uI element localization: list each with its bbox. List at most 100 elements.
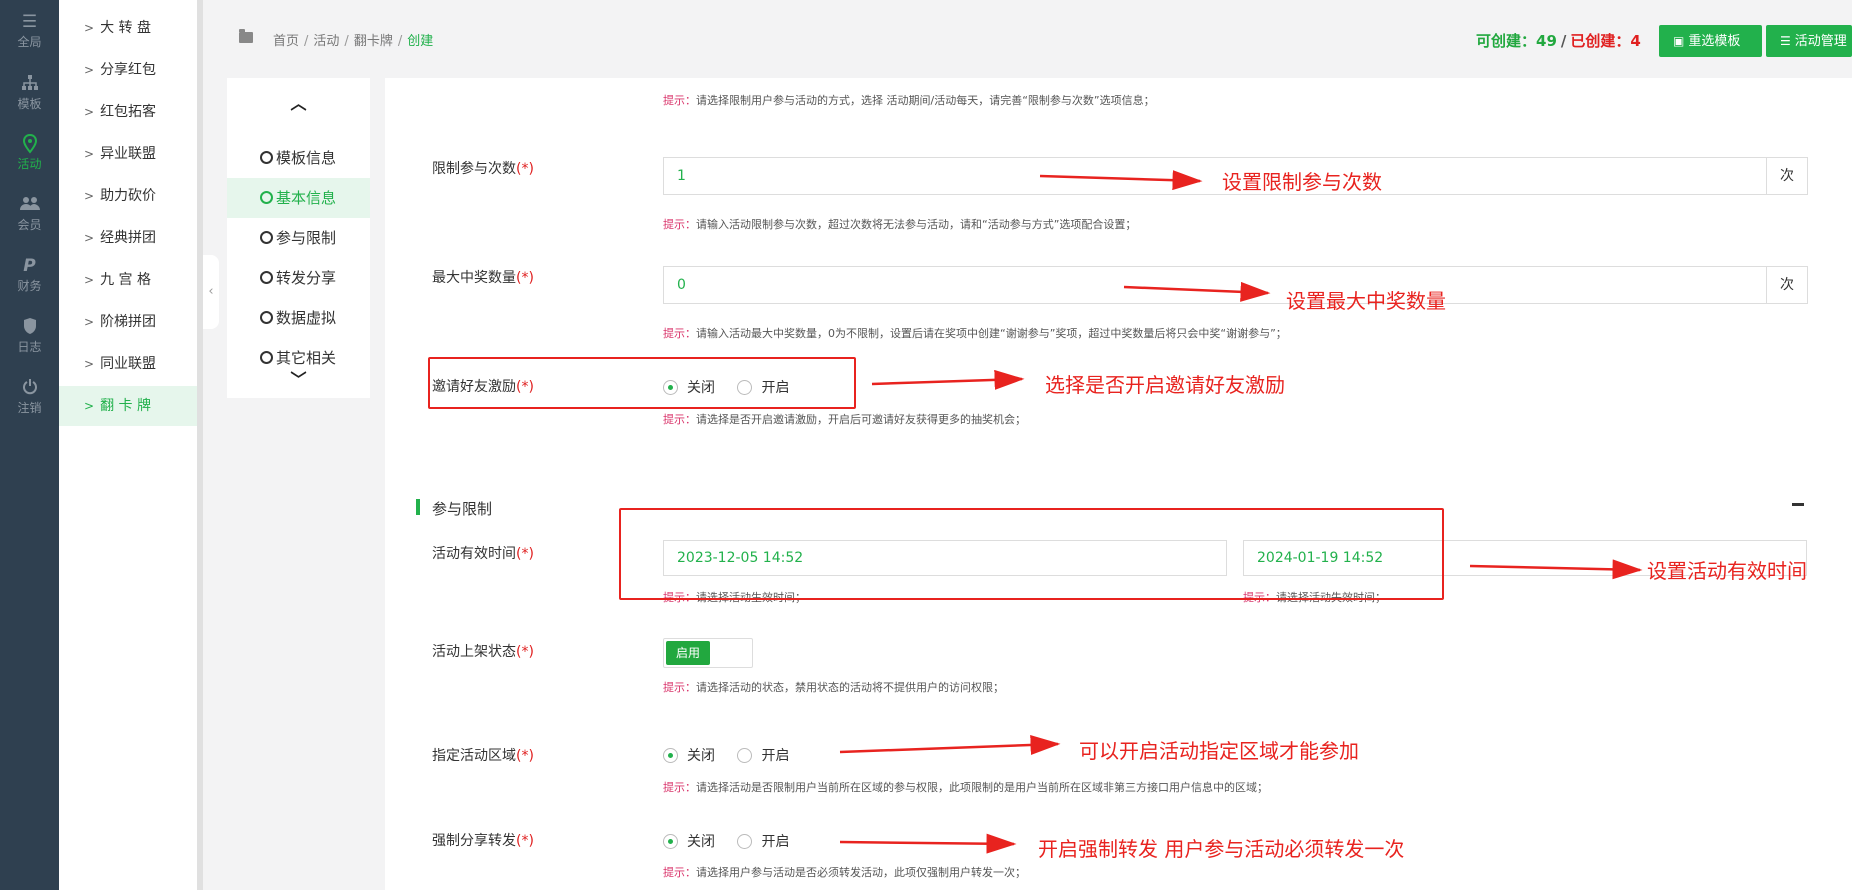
region-off[interactable]: 关闭	[663, 748, 715, 764]
chevron-right-icon: >	[84, 189, 95, 203]
chevron-right-icon: >	[84, 147, 95, 161]
circle-icon	[260, 231, 273, 244]
step-basic-info[interactable]: 基本信息	[227, 178, 370, 218]
form-panel	[385, 78, 1852, 890]
annotation-box-invite	[428, 357, 856, 409]
force-share-on[interactable]: 开启	[737, 834, 789, 850]
activity-pin-icon	[0, 133, 59, 154]
shelf-status-toggle[interactable]: 启用	[663, 638, 753, 668]
submenu-item-redpack-acquire[interactable]: > 红包拓客	[59, 92, 197, 132]
invite-reward-tip: 提示：请选择是否开启邀请激励，开启后可邀请好友获得更多的抽奖机会；	[663, 413, 1026, 426]
annotation-box-valid-time	[619, 508, 1444, 600]
section-collapse-icon[interactable]	[1792, 503, 1804, 506]
quota-counter: 可创建：49/已创建：4	[1476, 32, 1641, 50]
created-count: 4	[1630, 32, 1641, 50]
activity-submenu: > 大 转 盘 > 分享红包 > 红包拓客 > 异业联盟 > 助力砍价 > 经典拼团 > 九 …	[59, 0, 197, 890]
paypal-icon: P	[23, 256, 36, 276]
step-up-chevron-icon[interactable]: ︿	[227, 90, 370, 114]
shield-icon	[0, 317, 59, 337]
submenu-item-nine-grid[interactable]: > 九 宫 格	[59, 260, 197, 300]
region-tip: 提示：请选择活动是否限制用户当前所在区域的参与权限，此项限制的是用户当前所在区域…	[663, 781, 1268, 794]
chevron-right-icon: >	[84, 315, 95, 329]
radio-icon	[737, 748, 753, 763]
annotation-invite-reward: 选择是否开启邀请好友激励	[1045, 373, 1285, 397]
region-on[interactable]: 开启	[737, 748, 789, 764]
rail-item-finance[interactable]: P 财务	[0, 256, 59, 294]
sidebar-divider	[197, 0, 203, 890]
icon-rail: ☰ 全局 模板 活动 会员 P 财务 日志 注销	[0, 0, 59, 890]
annotation-limit-times: 设置限制参与次数	[1222, 170, 1382, 194]
breadcrumb-current: 创建	[407, 34, 434, 49]
submenu-item-ladder-group[interactable]: > 阶梯拼团	[59, 302, 197, 342]
circle-icon	[260, 271, 273, 284]
limit-times-unit: 次	[1766, 157, 1808, 195]
limit-times-input[interactable]: 1	[663, 157, 1767, 195]
annotation-max-prizes: 设置最大中奖数量	[1286, 289, 1446, 313]
rail-item-template[interactable]: 模板	[0, 74, 59, 112]
section-accent-bar	[416, 499, 420, 515]
chevron-right-icon: >	[84, 105, 95, 119]
top-bar: 首页 / 活动 / 翻卡牌 / 创建 可创建：49/已创建：4 ▣ 重选模板 ☰ 活动管理	[203, 0, 1852, 78]
chevron-right-icon: >	[84, 63, 95, 77]
list-icon: ☰	[1780, 34, 1791, 48]
annotation-valid-time: 设置活动有效时间	[1647, 559, 1807, 583]
rail-item-logout[interactable]: 注销	[0, 378, 59, 416]
submenu-item-flip-card[interactable]: > 翻 卡 牌	[59, 386, 197, 426]
sidebar-collapse-handle[interactable]: ‹	[203, 255, 219, 329]
circle-icon	[260, 311, 273, 324]
annotation-force-share: 开启强制转发 用户参与活动必须转发一次	[1038, 837, 1405, 861]
annotation-region: 可以开启活动指定区域才能参加	[1079, 739, 1359, 763]
breadcrumb-home[interactable]: 首页	[273, 34, 299, 49]
sliders-icon: ☰	[21, 12, 38, 32]
chevron-right-icon: >	[84, 273, 95, 287]
submenu-item-peer-alliance[interactable]: > 同业联盟	[59, 344, 197, 384]
power-icon	[0, 378, 59, 398]
max-prizes-label: 最大中奖数量(*)	[432, 270, 534, 286]
submenu-item-wheel[interactable]: > 大 转 盘	[59, 8, 197, 48]
rail-item-members[interactable]: 会员	[0, 195, 59, 233]
submenu-item-alliance[interactable]: > 异业联盟	[59, 134, 197, 174]
breadcrumb-flip-card[interactable]: 翻卡牌	[354, 34, 393, 49]
reselect-template-button[interactable]: ▣ 重选模板	[1659, 25, 1762, 57]
max-prizes-unit: 次	[1766, 266, 1808, 304]
force-share-label: 强制分享转发(*)	[432, 833, 534, 849]
submenu-item-share-redpack[interactable]: > 分享红包	[59, 50, 197, 90]
force-share-off[interactable]: 关闭	[663, 834, 715, 850]
radio-icon	[663, 834, 678, 849]
rail-item-activity[interactable]: 活动	[0, 133, 59, 172]
chevron-right-icon: >	[84, 21, 95, 35]
camera-icon: ▣	[1673, 34, 1685, 48]
chevron-right-icon: >	[84, 357, 95, 371]
limit-times-tip: 提示：请输入活动限制参与次数，超过次数将无法参与活动，请和“活动参与方式”选项配…	[663, 218, 1137, 231]
max-prizes-input[interactable]: 0	[663, 266, 1767, 304]
step-down-chevron-icon[interactable]: ﹀	[227, 366, 370, 390]
sitemap-icon	[0, 74, 59, 94]
radio-icon	[663, 748, 678, 763]
chevron-left-icon: ‹	[208, 284, 214, 299]
circle-icon	[260, 191, 273, 204]
limit-times-label: 限制参与次数(*)	[432, 161, 534, 177]
submenu-item-group-buy[interactable]: > 经典拼团	[59, 218, 197, 258]
step-navigator: ︿ 模板信息 基本信息 参与限制 转发分享 数据虚拟 其它相关 ﹀	[227, 78, 370, 398]
circle-icon	[260, 351, 273, 364]
step-share[interactable]: 转发分享	[227, 258, 370, 298]
chevron-right-icon: >	[84, 399, 95, 413]
participation-mode-tip: 提示：请选择限制用户参与活动的方式，选择 活动期间/活动每天，请完善“限制参与次…	[663, 94, 1155, 107]
valid-time-label: 活动有效时间(*)	[432, 546, 534, 562]
step-virtual-data[interactable]: 数据虚拟	[227, 298, 370, 338]
shelf-status-tip: 提示：请选择活动的状态，禁用状态的活动将不提供用户的访问权限；	[663, 681, 1004, 694]
region-label: 指定活动区域(*)	[432, 748, 534, 764]
breadcrumb: 首页 / 活动 / 翻卡牌 / 创建	[273, 34, 434, 49]
rail-item-global[interactable]: ☰ 全局	[0, 12, 59, 50]
force-share-radio-group: 关闭 开启	[663, 831, 807, 851]
activity-manage-button[interactable]: ☰ 活动管理	[1766, 25, 1852, 57]
submenu-item-bargain[interactable]: > 助力砍价	[59, 176, 197, 216]
radio-icon	[737, 834, 753, 849]
rail-item-log[interactable]: 日志	[0, 317, 59, 355]
breadcrumb-activity[interactable]: 活动	[313, 34, 339, 49]
region-radio-group: 关闭 开启	[663, 745, 807, 765]
shelf-status-label: 活动上架状态(*)	[432, 644, 534, 660]
circle-icon	[260, 151, 273, 164]
step-participation-limit[interactable]: 参与限制	[227, 218, 370, 258]
step-template-info[interactable]: 模板信息	[227, 138, 370, 178]
